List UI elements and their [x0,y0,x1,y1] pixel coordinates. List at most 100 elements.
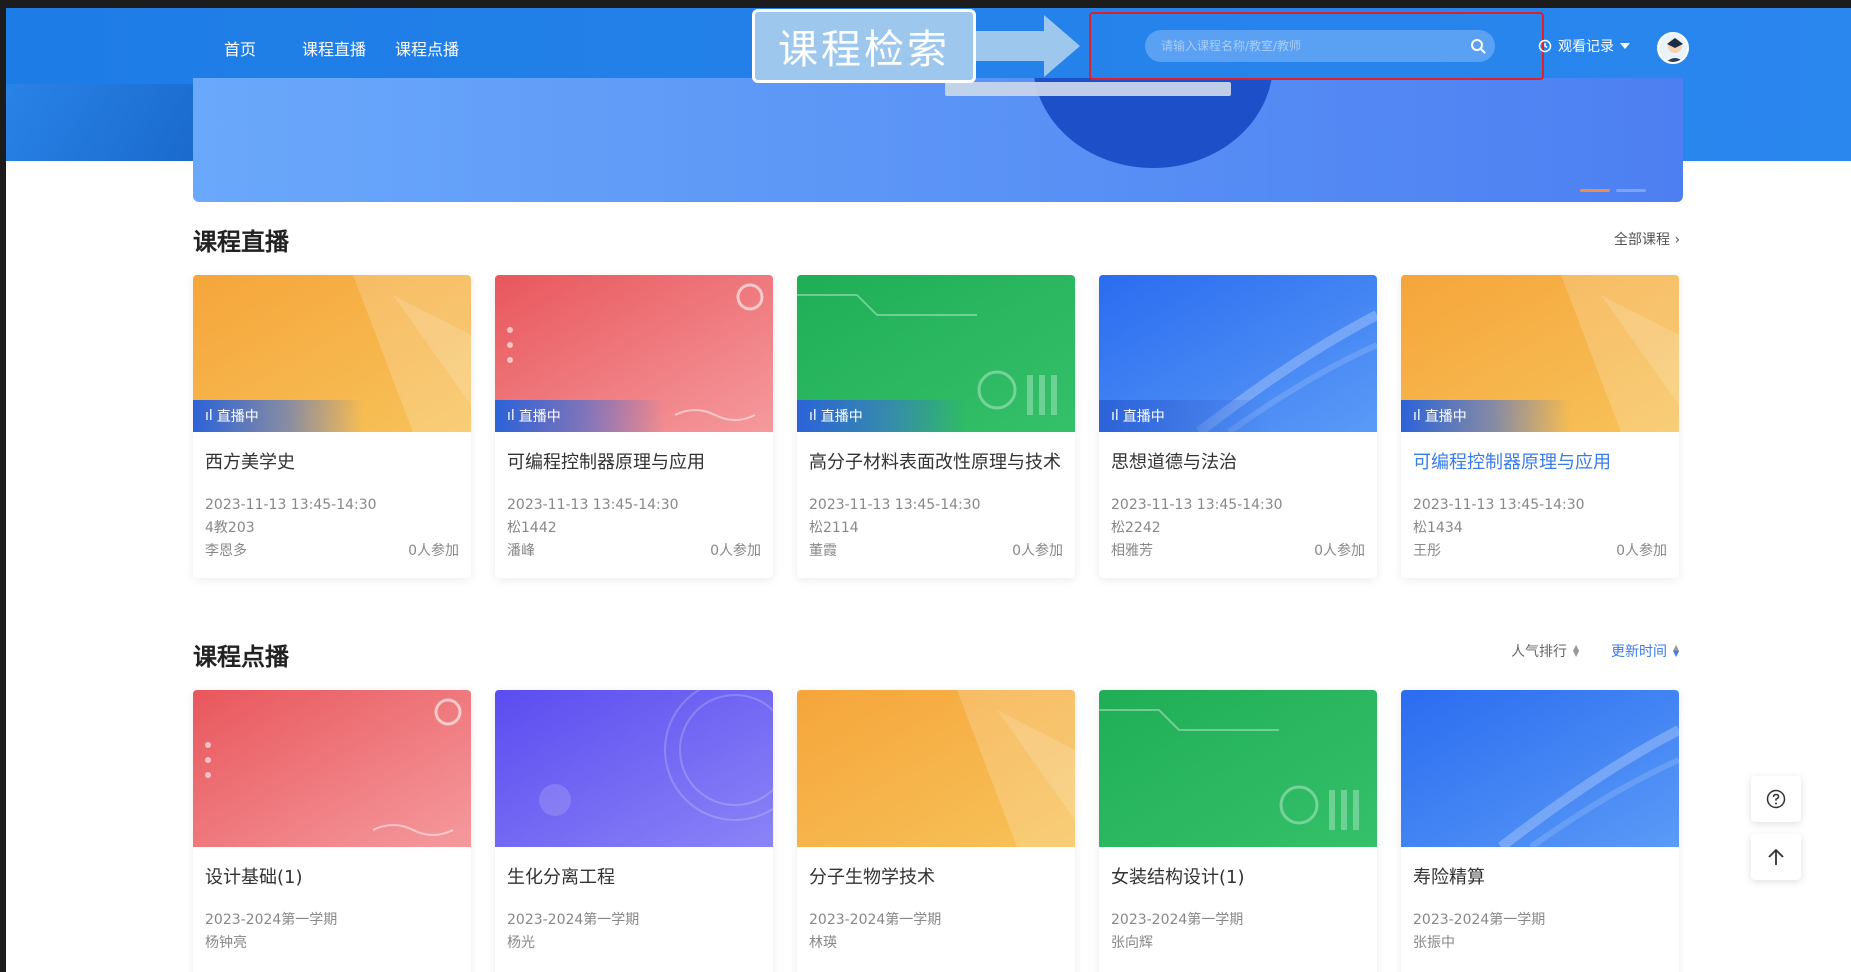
help-icon [1766,789,1786,809]
course-title: 女装结构设计(1) [1111,867,1245,888]
course-meta: 2023-11-13 13:45-14:30 松1442 潘峰 0人参加 [495,494,773,563]
course-term: 2023-2024第一学期 [1413,912,1546,928]
live-badge-label: 直播中 [518,409,561,425]
course-cover: ıl 直播中 [495,275,773,432]
sort-popularity[interactable]: 人气排行 ▲ ▼ [1511,641,1579,661]
page: 首页 课程直播 课程点播 课程检索 观看记录 课程直播 全部课程 › ıl直播中… [6,8,1851,972]
live-badge-label: 直播中 [216,409,259,425]
course-teacher: 林瑛 [809,935,837,951]
course-cover: ıl 直播中 [193,275,471,432]
nav-live[interactable]: 课程直播 [302,36,366,60]
signal-icon: ıl [809,408,817,424]
watch-history[interactable]: 观看记录 [1538,36,1630,56]
nav-home[interactable]: 首页 [224,36,256,60]
course-cover [495,690,773,847]
course-meta: 2023-11-13 13:45-14:30 4教203 李恩多 0人参加 [193,494,471,563]
vod-course-card[interactable]: 生化分离工程 2023-2024第一学期 杨光 [495,690,773,972]
sort-updated-label: 更新时间 [1611,644,1667,660]
live-badge: ıl 直播中 [797,400,967,432]
course-room: 松2242 [1111,520,1161,536]
carousel-indicator[interactable] [1616,189,1646,192]
vod-course-card[interactable]: 分子生物学技术 2023-2024第一学期 林瑛 [797,690,1075,972]
participant-count: 0人参加 [710,543,761,559]
live-course-card[interactable]: ıl 直播中 可编程控制器原理与应用 2023-11-13 13:45-14:30 松1… [495,275,773,578]
course-title: 西方美学史 [205,452,295,473]
course-teacher: 王彤 [1413,543,1441,559]
live-course-card[interactable]: ıl 直播中 思想道德与法治 2023-11-13 13:45-14:30 松2242 相… [1099,275,1377,578]
course-title: 生化分离工程 [507,867,615,888]
live-course-card[interactable]: ıl 直播中 高分子材料表面改性原理与技术 2023-11-13 13:45-14:3… [797,275,1075,578]
course-time: 2023-11-13 13:45-14:30 [1413,497,1585,513]
course-title: 高分子材料表面改性原理与技术 [809,452,1061,473]
course-title: 寿险精算 [1413,867,1485,888]
course-teacher: 杨光 [507,935,535,951]
live-badge-label: 直播中 [1122,409,1165,425]
course-meta: 2023-2024第一学期 张向辉 [1099,909,1377,955]
section-title-live: 课程直播 [193,228,289,256]
participant-count: 0人参加 [1616,543,1667,559]
sort-updated[interactable]: 更新时间 ▲ ▼ [1611,641,1679,661]
course-cover [1099,690,1377,847]
course-term: 2023-2024第一学期 [1111,912,1244,928]
banner-carousel[interactable] [193,78,1683,202]
course-meta: 2023-11-13 13:45-14:30 松2242 相雅芳 0人参加 [1099,494,1377,563]
sort-popularity-label: 人气排行 [1511,644,1567,660]
history-icon [1538,39,1552,53]
annotation-label: 课程检索 [752,9,976,83]
all-courses-link[interactable]: 全部课程 › [1614,229,1680,249]
avatar[interactable] [1657,32,1689,64]
course-meta: 2023-11-13 13:45-14:30 松2114 董霞 0人参加 [797,494,1075,563]
help-button[interactable] [1751,776,1801,822]
sort-icon: ▲ ▼ [1573,643,1580,658]
nav-vod[interactable]: 课程点播 [395,36,459,60]
course-time: 2023-11-13 13:45-14:30 [205,497,377,513]
chevron-right-icon: › [1674,232,1681,248]
annotation-arrow-icon [976,15,1080,77]
sort-icon: ▲ ▼ [1673,643,1680,658]
vod-course-card[interactable]: 寿险精算 2023-2024第一学期 张振中 [1401,690,1679,972]
course-teacher: 李恩多 [205,543,247,559]
participant-count: 0人参加 [408,543,459,559]
course-cover [1401,690,1679,847]
search-bar[interactable] [1145,30,1495,62]
course-title: 可编程控制器原理与应用 [1413,452,1611,473]
vod-course-card[interactable]: 设计基础(1) 2023-2024第一学期 杨钟亮 [193,690,471,972]
course-title: 可编程控制器原理与应用 [507,452,705,473]
section-title-vod: 课程点播 [193,643,289,671]
search-icon[interactable] [1461,30,1495,62]
course-meta: 2023-2024第一学期 杨钟亮 [193,909,471,955]
signal-icon: ıl [507,408,515,424]
course-teacher: 董霞 [809,543,837,559]
course-teacher: 潘峰 [507,543,535,559]
course-meta: 2023-2024第一学期 张振中 [1401,909,1679,955]
top-nav: 首页 课程直播 课程点播 课程检索 观看记录 [6,8,1851,85]
caret-down-icon [1620,43,1630,49]
vod-course-card[interactable]: 女装结构设计(1) 2023-2024第一学期 张向辉 [1099,690,1377,972]
course-meta: 2023-11-13 13:45-14:30 松1434 王彤 0人参加 [1401,494,1679,563]
arrow-up-icon [1768,848,1784,865]
live-badge: ıl 直播中 [1099,400,1269,432]
participant-count: 0人参加 [1012,543,1063,559]
course-cover: ıl 直播中 [1099,275,1377,432]
carousel-indicator-active[interactable] [1580,189,1610,192]
watch-history-label: 观看记录 [1558,39,1614,55]
course-room: 松2114 [809,520,859,536]
course-term: 2023-2024第一学期 [809,912,942,928]
live-course-card[interactable]: ıl 直播中 可编程控制器原理与应用 2023-11-13 13:45-14:30 松1… [1401,275,1679,578]
signal-icon: ıl [1413,408,1421,424]
course-meta: 2023-2024第一学期 杨光 [495,909,773,955]
live-badge: ıl 直播中 [495,400,665,432]
course-room: 松1434 [1413,520,1463,536]
search-input[interactable] [1145,30,1461,62]
live-course-card[interactable]: ıl 直播中西方美学史 2023-11-13 13:45-14:30 4教203 李恩多… [193,275,471,578]
course-term: 2023-2024第一学期 [507,912,640,928]
course-time: 2023-11-13 13:45-14:30 [1111,497,1283,513]
course-room: 4教203 [205,520,255,536]
signal-icon: ıl [205,408,213,424]
course-time: 2023-11-13 13:45-14:30 [507,497,679,513]
signal-icon: ıl [1111,408,1119,424]
course-title: 思想道德与法治 [1111,452,1237,473]
course-title: 分子生物学技术 [809,867,935,888]
back-to-top-button[interactable] [1751,834,1801,880]
course-cover [797,690,1075,847]
